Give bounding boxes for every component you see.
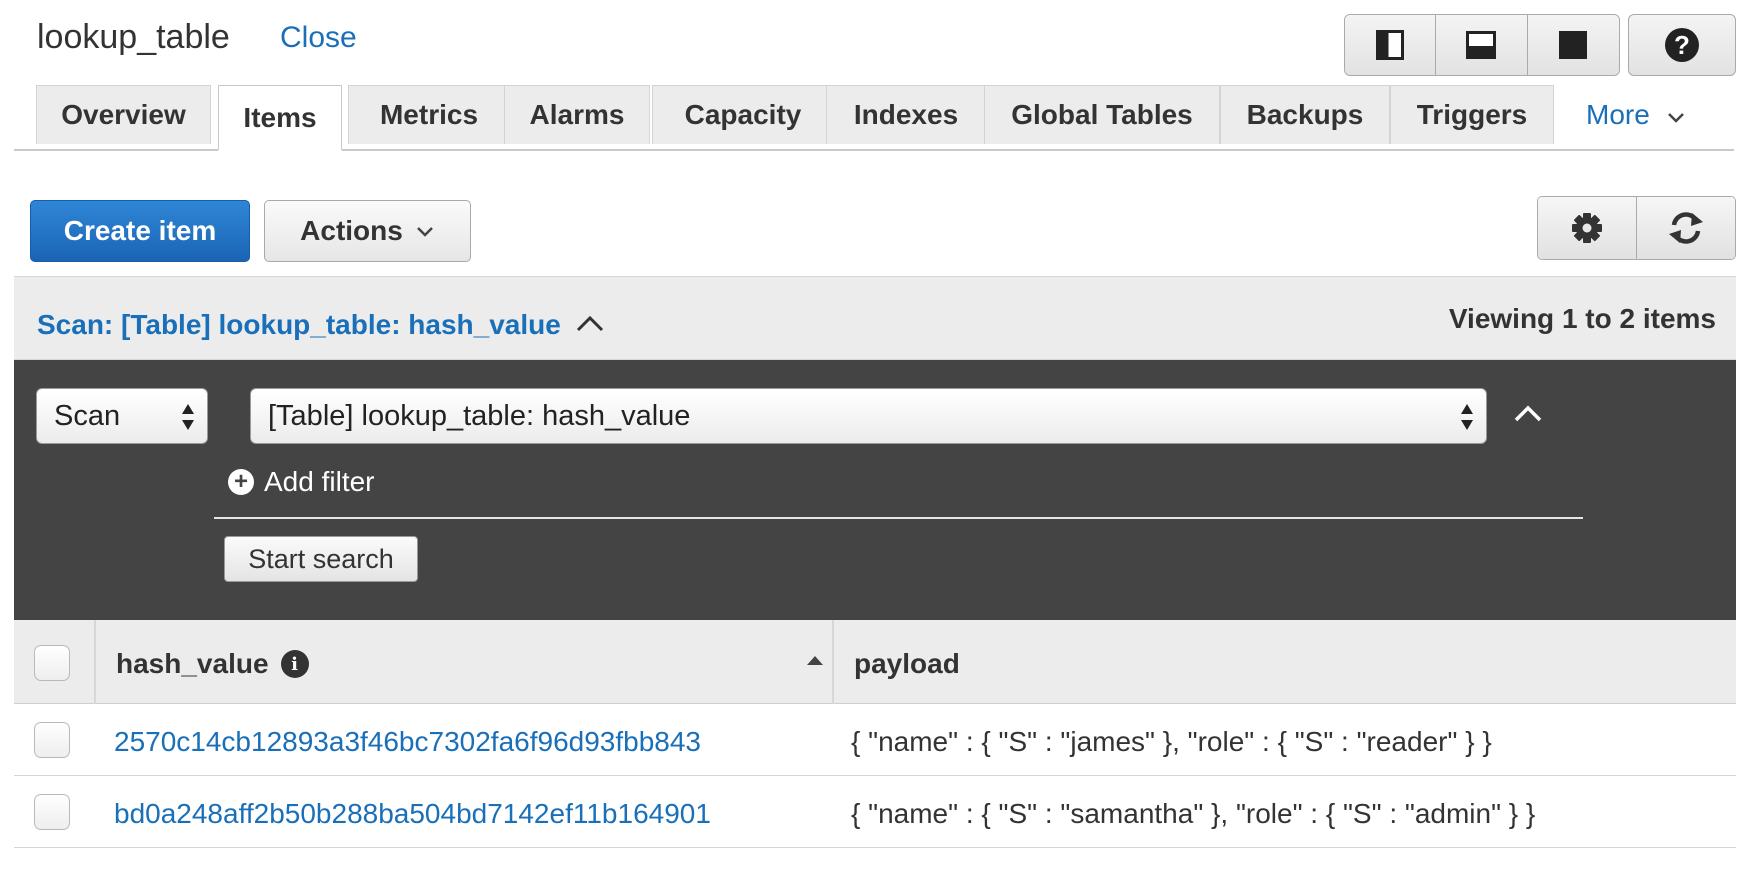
column-header-hash-value[interactable]: hash_value i	[116, 648, 309, 680]
create-item-button[interactable]: Create item	[30, 200, 250, 262]
info-icon[interactable]: i	[280, 650, 309, 678]
updown-arrows-icon	[1461, 404, 1473, 430]
column-divider	[832, 620, 834, 704]
tab-items[interactable]: Items	[218, 85, 342, 151]
column-divider	[94, 620, 96, 704]
close-link[interactable]: Close	[280, 21, 357, 55]
tab-overview[interactable]: Overview	[36, 85, 211, 144]
tab-more-label: More	[1586, 99, 1650, 130]
split-bottom-view-button[interactable]	[1436, 15, 1528, 75]
tab-indexes[interactable]: Indexes	[826, 85, 986, 144]
chevron-down-icon	[416, 227, 433, 237]
payload-cell: { "name" : { "S" : "samantha" }, "role" …	[851, 798, 1536, 829]
tab-more-dropdown[interactable]: More	[1586, 99, 1686, 131]
scan-mode-select[interactable]: Scan	[36, 388, 208, 444]
split-bottom-view-icon	[1466, 31, 1497, 59]
divider	[214, 517, 1583, 519]
scan-summary-link[interactable]: Scan: [Table] lookup_table: hash_value	[37, 309, 561, 341]
split-right-view-icon	[1376, 30, 1405, 60]
add-filter-button[interactable]: + Add filter	[228, 466, 375, 498]
scan-target-select[interactable]: [Table] lookup_table: hash_value	[250, 388, 1487, 444]
updown-arrows-icon	[182, 404, 194, 430]
tab-bar: Overview Items Metrics Alarms Capacity I…	[14, 85, 1734, 151]
full-view-button[interactable]	[1527, 15, 1619, 75]
chevron-down-icon	[1667, 113, 1684, 123]
payload-cell: { "name" : { "S" : "james" }, "role" : {…	[851, 726, 1492, 757]
tab-triggers[interactable]: Triggers	[1390, 85, 1554, 144]
tab-capacity[interactable]: Capacity	[652, 85, 834, 144]
add-filter-label: Add filter	[264, 466, 375, 497]
row-checkbox[interactable]	[34, 794, 70, 830]
table-row: bd0a248aff2b50b288ba504bd7142ef11b164901…	[14, 776, 1736, 848]
refresh-button[interactable]	[1637, 197, 1735, 259]
table-row: 2570c14cb12893a3f46bc7302fa6f96d93fbb843…	[14, 704, 1736, 776]
help-button[interactable]: ?	[1628, 14, 1736, 76]
column-header-payload[interactable]: payload	[854, 648, 960, 680]
scan-summary-bar: Scan: [Table] lookup_table: hash_value V…	[14, 276, 1736, 360]
help-icon: ?	[1665, 28, 1699, 62]
refresh-icon	[1669, 212, 1703, 244]
chevron-up-icon[interactable]	[574, 313, 606, 333]
page-title: lookup_table	[37, 18, 230, 56]
scan-mode-value: Scan	[54, 399, 121, 432]
hash-value-link[interactable]: bd0a248aff2b50b288ba504bd7142ef11b164901	[114, 798, 711, 830]
viewing-count: Viewing 1 to 2 items	[1448, 303, 1716, 334]
query-panel: Scan [Table] lookup_table: hash_value + …	[14, 360, 1736, 620]
tab-backups[interactable]: Backups	[1220, 85, 1390, 144]
actions-label: Actions	[300, 215, 403, 246]
start-search-button[interactable]: Start search	[224, 536, 418, 582]
select-all-checkbox[interactable]	[34, 645, 70, 681]
column-header-label: hash_value	[116, 648, 269, 679]
hash-value-link[interactable]: 2570c14cb12893a3f46bc7302fa6f96d93fbb843	[114, 726, 701, 758]
actions-button[interactable]: Actions	[264, 200, 471, 262]
scan-target-value: [Table] lookup_table: hash_value	[268, 399, 691, 432]
gear-icon	[1572, 213, 1602, 243]
tab-metrics[interactable]: Metrics	[348, 85, 510, 144]
chevron-up-icon[interactable]	[1512, 402, 1544, 424]
view-mode-group	[1344, 14, 1620, 76]
tab-global-tables[interactable]: Global Tables	[984, 85, 1220, 144]
table-tools-group	[1537, 196, 1736, 260]
plus-circle-icon: +	[228, 469, 254, 495]
split-right-view-button[interactable]	[1345, 15, 1437, 75]
sort-ascending-icon[interactable]	[807, 656, 823, 665]
row-checkbox[interactable]	[34, 722, 70, 758]
tab-alarms[interactable]: Alarms	[504, 85, 650, 144]
settings-button[interactable]	[1538, 197, 1637, 259]
full-view-icon	[1559, 31, 1588, 59]
grid-header: hash_value i payload	[14, 620, 1736, 704]
